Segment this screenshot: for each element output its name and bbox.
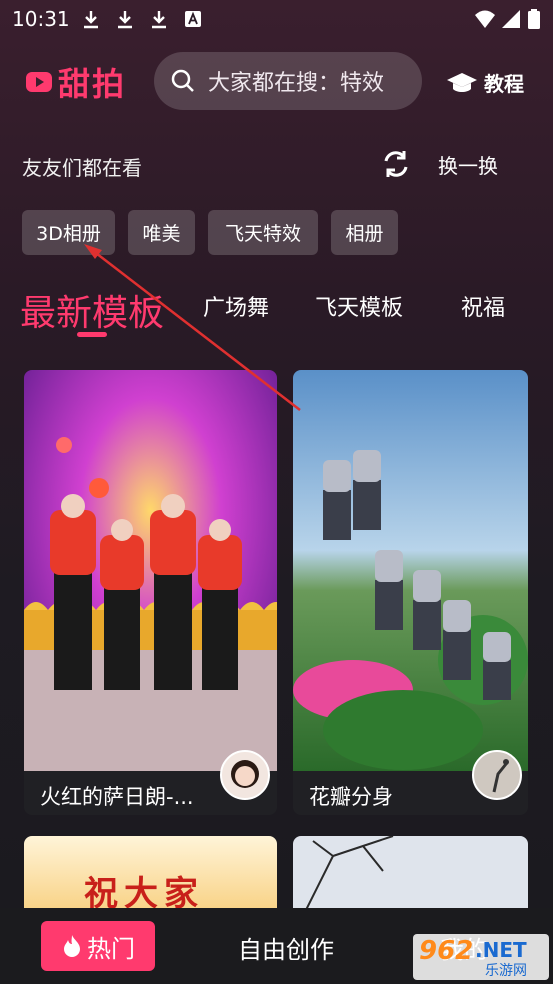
card-title: 火红的萨日朗-... [40,785,194,809]
flame-icon [64,935,80,957]
refresh-icon [384,151,408,177]
download-icon [118,11,132,29]
chip-beautiful[interactable]: 唯美 [128,210,195,255]
card-title: 花瓣分身 [309,785,393,809]
card-thumbnail [293,836,528,916]
watermark-number: 962 [419,936,474,966]
download-icon [84,11,98,29]
card-thumbnail [24,370,277,771]
tutorial-label: 教程 [484,72,524,96]
chip-album[interactable]: 相册 [331,210,398,255]
tutorial-button[interactable]: 教程 [446,68,524,97]
status-time: 10:31 [12,7,70,31]
friends-watching-title: 友友们都在看 [22,156,142,180]
battery-icon [528,9,540,29]
download-icon [152,11,166,29]
template-card[interactable]: 花瓣分身 [293,370,528,815]
search-placeholder: 大家都在搜：特效 [208,71,385,96]
author-avatar[interactable] [220,750,270,800]
author-avatar[interactable] [472,750,522,800]
search-icon [171,69,194,92]
app-logo: 甜拍 [24,60,126,104]
nav-hot-label: 热门 [87,934,135,963]
refresh-button[interactable]: 换一换 [380,148,498,180]
active-tab-indicator [77,332,107,337]
template-card[interactable] [293,836,528,916]
chip-3d-album[interactable]: 3D相册 [22,210,115,255]
graduation-cap-icon [447,72,477,92]
logo-text: 甜拍 [58,65,127,103]
tab-latest-templates[interactable]: 最新模板 [20,284,164,336]
watermark-sub: 乐游网 [485,963,527,979]
status-bar: 10:31 [0,0,553,38]
tab-square-dance[interactable]: 广场舞 [203,290,269,322]
template-card[interactable]: 祝大家 [24,836,277,916]
watermark-logo: 962 .NET 乐游网 [413,934,549,980]
logo-icon [26,72,52,92]
tab-flying-templates[interactable]: 飞天模板 [315,290,403,322]
a-notification-icon [185,11,201,27]
wifi-icon [475,10,495,28]
search-bar[interactable]: 大家都在搜：特效 [154,52,422,110]
tab-blessings[interactable]: 祝福 [461,290,505,322]
signal-icon [502,10,520,28]
nav-free-create[interactable]: 自由创作 [238,930,334,965]
template-card[interactable]: 火红的萨日朗-... [24,370,277,815]
chip-flying-effects[interactable]: 飞天特效 [208,210,318,255]
watermark-suffix: .NET [475,938,527,962]
card-thumbnail [293,370,528,771]
nav-hot[interactable]: 热门 [41,921,155,971]
refresh-label: 换一换 [438,153,498,178]
